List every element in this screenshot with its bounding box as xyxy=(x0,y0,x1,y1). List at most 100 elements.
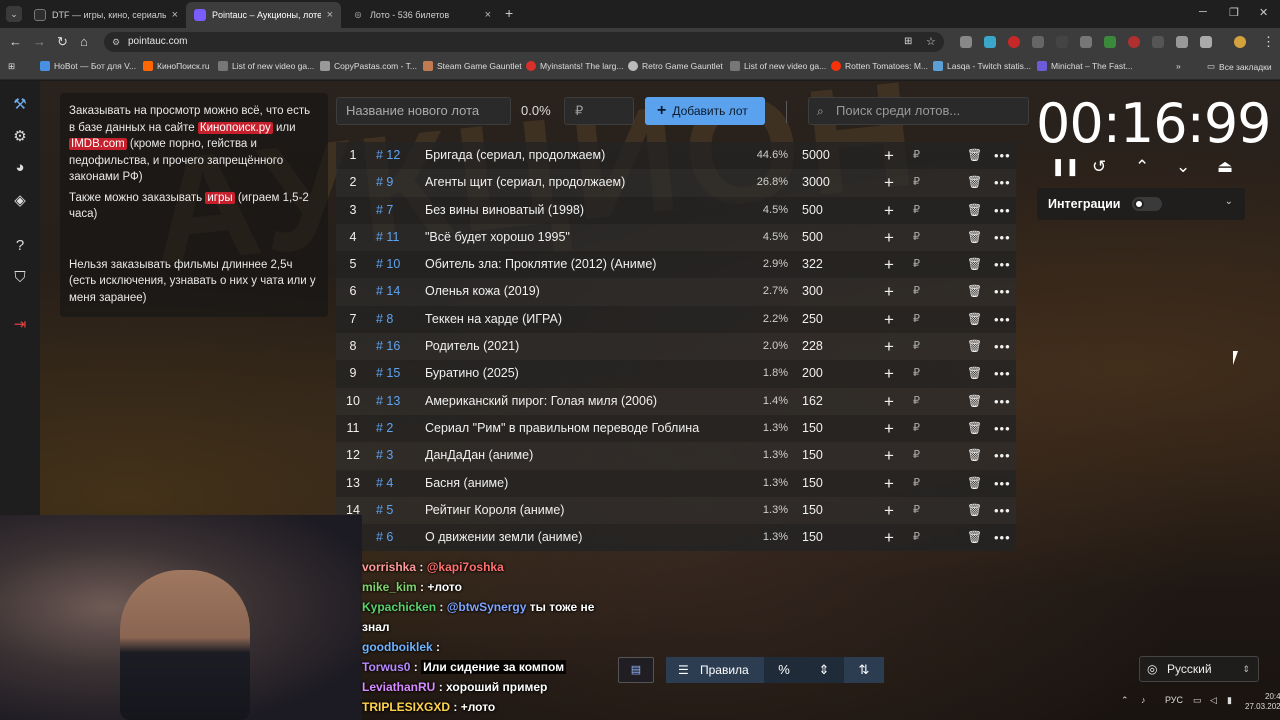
lot-row[interactable]: 12 # 3 ДанДаДан (аниме) 1.3% 150 + ₽ 🗑 ••• xyxy=(336,442,1016,470)
integrations-toggle[interactable] xyxy=(1132,197,1162,211)
home-icon[interactable]: ⌂ xyxy=(80,34,88,49)
percent-button[interactable]: % xyxy=(764,657,804,683)
lot-name[interactable]: О движении земли (аниме) xyxy=(425,524,735,551)
clock[interactable]: 20:4227.03.2026 xyxy=(1245,692,1280,712)
rub-input[interactable]: ₽ xyxy=(913,360,920,387)
lot-name[interactable]: Оленья кожа (2019) xyxy=(425,278,735,305)
more-options-icon[interactable]: ••• xyxy=(994,333,1011,360)
more-options-icon[interactable]: ••• xyxy=(994,388,1011,415)
lot-row[interactable]: 10 # 13 Американский пирог: Голая миля (20… xyxy=(336,387,1016,415)
extension-icon[interactable] xyxy=(1032,36,1044,48)
lot-search-input[interactable]: ⌕ Поиск среди лотов... xyxy=(808,97,1029,125)
lot-amount[interactable]: 322 xyxy=(802,251,823,278)
lot-name[interactable]: "Всё будет хорошо 1995" xyxy=(425,224,735,251)
lot-row[interactable]: 1 # 12 Бригада (сериал, продолжаем) 44.6% 50… xyxy=(336,142,1016,170)
rub-input[interactable]: ₽ xyxy=(913,415,920,442)
extension-icon[interactable] xyxy=(1080,36,1092,48)
lot-amount[interactable]: 228 xyxy=(802,333,823,360)
lot-amount[interactable]: 150 xyxy=(802,442,823,469)
rub-input[interactable]: ₽ xyxy=(913,306,920,333)
extension-icon[interactable] xyxy=(960,36,972,48)
trash-icon[interactable]: 🗑 xyxy=(967,333,982,360)
input-language[interactable]: РУС xyxy=(1165,695,1183,705)
trash-icon[interactable]: 🗑 xyxy=(967,524,982,551)
integrations-panel[interactable]: Интеграции ⌄ xyxy=(1037,188,1245,220)
chevron-down-icon[interactable]: ⌄ xyxy=(1225,196,1233,207)
add-amount-button[interactable]: + xyxy=(884,415,894,442)
rub-input[interactable]: ₽ xyxy=(913,442,920,469)
add-amount-button[interactable]: + xyxy=(884,169,894,196)
trash-icon[interactable]: 🗑 xyxy=(967,169,982,196)
close-icon[interactable]: × xyxy=(327,9,333,21)
sort-icon[interactable]: ⇅ xyxy=(844,657,884,683)
translate-icon[interactable]: ⊞ xyxy=(904,36,912,47)
extension-icon[interactable] xyxy=(984,36,996,48)
more-options-icon[interactable]: ••• xyxy=(994,306,1011,333)
rub-input[interactable]: ₽ xyxy=(913,169,920,196)
lot-amount[interactable]: 150 xyxy=(802,524,823,551)
rub-input[interactable]: ₽ xyxy=(913,497,920,524)
shield-icon[interactable]: ⛉ xyxy=(10,269,30,289)
add-amount-button[interactable]: + xyxy=(884,306,894,333)
lot-amount[interactable]: 500 xyxy=(802,197,823,224)
lot-row[interactable]: 11 # 2 Сериал "Рим" в правильном переводе … xyxy=(336,414,1016,443)
compress-icon[interactable]: ⇕ xyxy=(804,657,844,683)
lot-amount[interactable]: 150 xyxy=(802,470,823,497)
lot-name[interactable]: ДанДаДан (аниме) xyxy=(425,442,735,469)
kinopoisk-link[interactable]: Кинопоиск.ру xyxy=(197,121,273,134)
trash-icon[interactable]: 🗑 xyxy=(967,142,982,169)
lot-amount[interactable]: 3000 xyxy=(802,169,830,196)
rub-input[interactable]: ₽ xyxy=(913,470,920,497)
lot-name[interactable]: Теккен на харде (ИГРА) xyxy=(425,306,735,333)
add-amount-button[interactable]: + xyxy=(884,360,894,387)
lot-row[interactable]: 14 # 5 Рейтинг Короля (аниме) 1.3% 150 + ₽ 🗑 ••• xyxy=(336,496,1016,525)
new-lot-name-input[interactable]: Название нового лота xyxy=(336,97,511,125)
gear-icon[interactable]: ⚙ xyxy=(10,127,30,147)
chevron-up-icon[interactable]: ⌃ xyxy=(1135,157,1149,177)
extension-icon[interactable] xyxy=(1056,36,1068,48)
add-amount-button[interactable]: + xyxy=(884,251,894,278)
lot-amount[interactable]: 250 xyxy=(802,306,823,333)
lot-name[interactable]: Агенты щит (сериал, продолжаем) xyxy=(425,169,735,196)
lot-name[interactable]: Американский пирог: Голая миля (2006) xyxy=(425,388,735,415)
more-options-icon[interactable]: ••• xyxy=(994,442,1011,469)
lot-name[interactable]: Басня (аниме) xyxy=(425,470,735,497)
close-icon[interactable]: × xyxy=(485,9,491,21)
logout-icon[interactable]: ⇥ xyxy=(10,315,30,335)
gavel-icon[interactable]: ⚒ xyxy=(10,95,30,115)
bookmark-item[interactable]: List of new video ga... xyxy=(730,61,826,71)
pause-icon[interactable]: ❚❚ xyxy=(1051,157,1080,177)
more-options-icon[interactable]: ••• xyxy=(994,278,1011,305)
lot-amount[interactable]: 5000 xyxy=(802,142,830,169)
battery-icon[interactable]: ▮ xyxy=(1227,695,1232,706)
rub-input[interactable]: ₽ xyxy=(913,388,920,415)
rub-input[interactable]: ₽ xyxy=(913,224,920,251)
lot-name[interactable]: Рейтинг Короля (аниме) xyxy=(425,497,735,524)
more-options-icon[interactable]: ••• xyxy=(994,524,1011,551)
add-amount-button[interactable]: + xyxy=(884,278,894,305)
network-icon[interactable]: ▭ xyxy=(1193,695,1202,706)
volume-icon[interactable]: ◁ xyxy=(1210,695,1217,706)
lot-amount[interactable]: 162 xyxy=(802,388,823,415)
lot-row[interactable]: 13 # 4 Басня (аниме) 1.3% 150 + ₽ 🗑 ••• xyxy=(336,469,1016,497)
lot-name[interactable]: Буратино (2025) xyxy=(425,360,735,387)
forward-icon[interactable]: → xyxy=(33,34,46,49)
more-options-icon[interactable]: ••• xyxy=(994,169,1011,196)
bookmark-item[interactable]: Lasqa - Twitch statis... xyxy=(933,61,1031,71)
layers-icon[interactable]: ◈ xyxy=(10,191,30,211)
more-options-icon[interactable]: ••• xyxy=(994,251,1011,278)
more-options-icon[interactable]: ••• xyxy=(994,497,1011,524)
new-tab-button[interactable]: + xyxy=(505,5,513,21)
trash-icon[interactable]: 🗑 xyxy=(967,224,982,251)
lot-amount[interactable]: 300 xyxy=(802,278,823,305)
lot-name[interactable]: Без вины виноватый (1998) xyxy=(425,197,735,224)
menu-dots-icon[interactable]: ⋮ xyxy=(1262,34,1275,50)
tab-pointauc[interactable]: Pointauc – Аукционы, лотерей × xyxy=(186,2,341,28)
more-options-icon[interactable]: ••• xyxy=(994,360,1011,387)
extension-icon[interactable] xyxy=(1128,36,1140,48)
rub-input[interactable]: ₽ xyxy=(913,524,920,551)
trash-icon[interactable]: 🗑 xyxy=(967,251,982,278)
bookmark-item[interactable]: List of new video ga... xyxy=(218,61,314,71)
new-lot-amount-input[interactable]: ₽ xyxy=(564,97,634,125)
more-options-icon[interactable]: ••• xyxy=(994,224,1011,251)
